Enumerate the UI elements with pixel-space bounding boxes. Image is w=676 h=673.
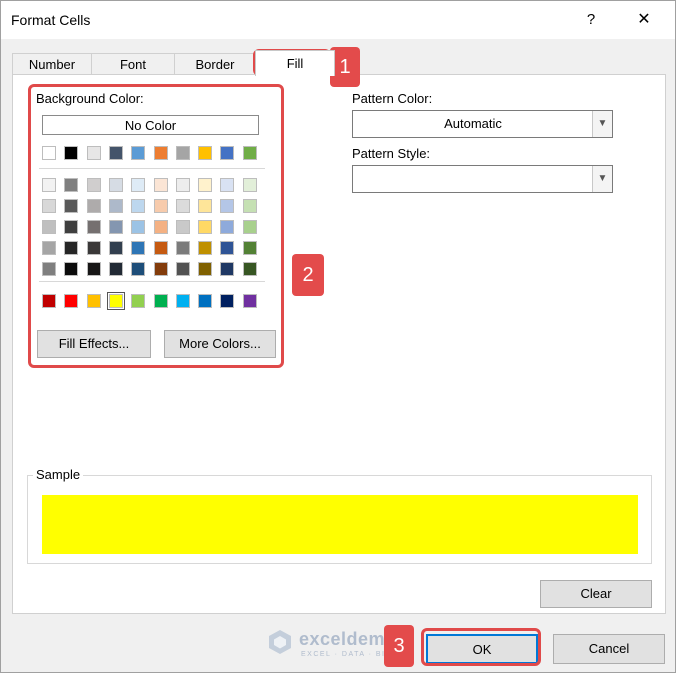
tab-border[interactable]: Border bbox=[174, 53, 256, 75]
sample-preview bbox=[42, 495, 638, 554]
cancel-button[interactable]: Cancel bbox=[553, 634, 665, 664]
chevron-down-icon[interactable]: ▼ bbox=[592, 111, 612, 137]
sample-group: Sample bbox=[27, 467, 652, 564]
pattern-color-value: Automatic bbox=[444, 116, 502, 131]
title-bar: Format Cells ? ✕ bbox=[1, 1, 675, 39]
annotation-badge-2: 2 bbox=[292, 254, 324, 296]
exceldemy-watermark: exceldemy EXCEL · DATA · BI bbox=[267, 627, 402, 661]
watermark-tagline: EXCEL · DATA · BI bbox=[301, 651, 386, 658]
pattern-style-value bbox=[353, 166, 593, 192]
watermark-name: exceldemy bbox=[299, 629, 396, 649]
tab-fill[interactable]: Fill bbox=[255, 50, 335, 76]
dialog-title: Format Cells bbox=[11, 12, 91, 28]
format-cells-dialog: Format Cells ? ✕ Number Font Border Fill… bbox=[0, 0, 676, 673]
annotation-highlight-ok bbox=[421, 628, 541, 666]
close-button[interactable]: ✕ bbox=[629, 7, 659, 33]
pattern-style-dropdown[interactable]: ▼ bbox=[352, 165, 613, 193]
sample-label: Sample bbox=[33, 467, 84, 482]
help-button[interactable]: ? bbox=[579, 7, 603, 33]
tab-number[interactable]: Number bbox=[12, 53, 92, 75]
annotation-highlight-palette bbox=[28, 84, 284, 368]
annotation-badge-3: 3 bbox=[384, 625, 414, 667]
pattern-color-dropdown[interactable]: Automatic ▼ bbox=[352, 110, 613, 138]
chevron-down-icon[interactable]: ▼ bbox=[592, 166, 612, 192]
clear-button[interactable]: Clear bbox=[540, 580, 652, 608]
pattern-color-label: Pattern Color: bbox=[352, 91, 433, 106]
pattern-style-label: Pattern Style: bbox=[352, 146, 431, 161]
tab-font[interactable]: Font bbox=[91, 53, 175, 75]
exceldemy-logo-icon bbox=[269, 630, 291, 654]
